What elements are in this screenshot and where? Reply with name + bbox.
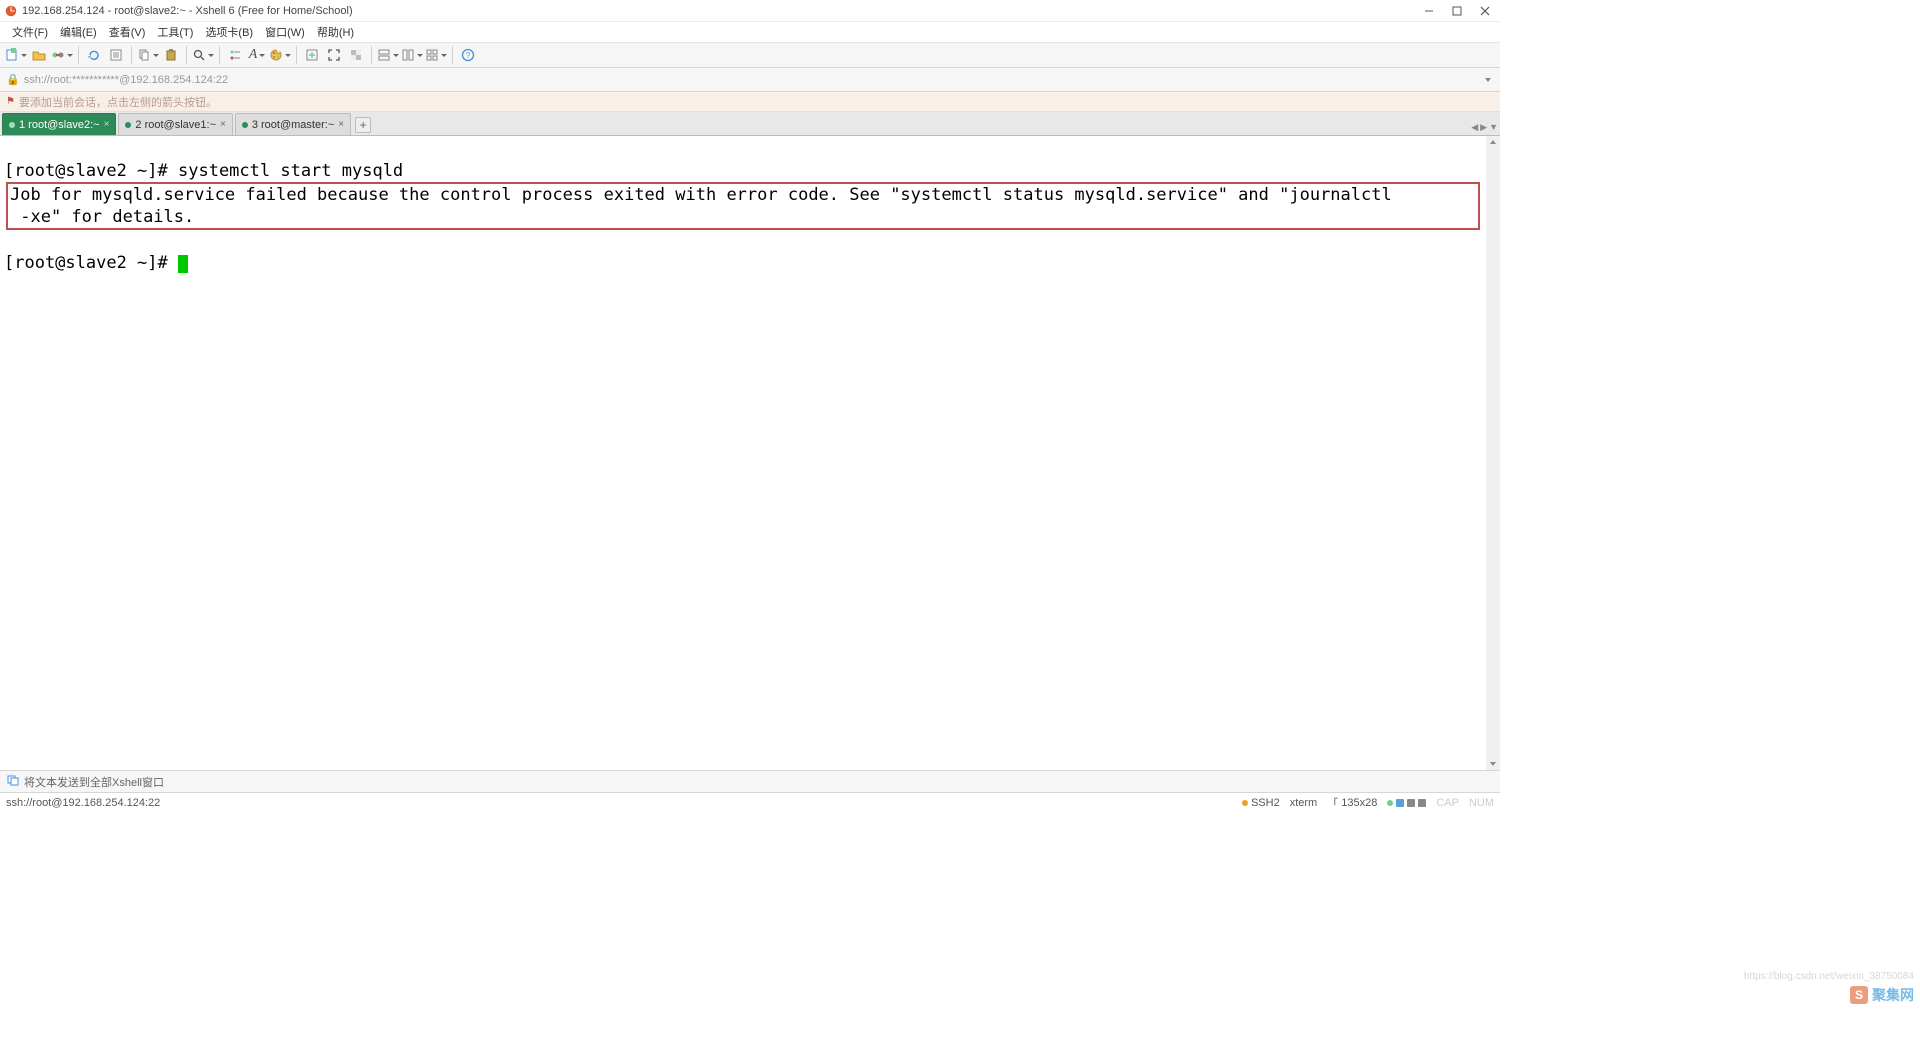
reconnect-icon[interactable] <box>84 45 104 65</box>
watermark-url: https://blog.csdn.net/weixin_38750084 <box>1744 971 1914 982</box>
status-indicators <box>1387 799 1426 807</box>
lock-icon: 🔒 <box>6 73 20 86</box>
window-titlebar: 192.168.254.124 - root@slave2:~ - Xshell… <box>0 0 1500 22</box>
palette-icon[interactable] <box>269 45 291 65</box>
hint-bar: ⚑ 要添加当前会话，点击左侧的箭头按钮。 <box>0 92 1500 112</box>
status-num: NUM <box>1469 797 1494 809</box>
indicator-icon <box>1396 799 1404 807</box>
status-dot-icon <box>242 122 248 128</box>
fullscreen-icon[interactable] <box>324 45 344 65</box>
close-icon[interactable]: × <box>338 119 344 130</box>
help-icon[interactable]: ? <box>458 45 478 65</box>
menu-file[interactable]: 文件(F) <box>6 22 54 42</box>
indicator-icon <box>1387 800 1393 806</box>
scroll-up-icon[interactable] <box>1487 136 1499 148</box>
status-term: xterm <box>1290 797 1318 809</box>
tab-label: 2 root@slave1:~ <box>135 119 216 131</box>
status-bar: ssh://root@192.168.254.124:22 SSH2 xterm… <box>0 792 1500 812</box>
address-text: ssh://root:***********@192.168.254.124:2… <box>24 74 1482 86</box>
font-icon[interactable]: A <box>247 45 267 65</box>
indicator-icon <box>1418 799 1426 807</box>
tab-next-icon[interactable]: ▶ <box>1480 122 1487 133</box>
hint-text: 要添加当前会话，点击左侧的箭头按钮。 <box>19 94 217 110</box>
paste-icon[interactable] <box>161 45 181 65</box>
tile-vertical-icon[interactable] <box>401 45 423 65</box>
menu-help[interactable]: 帮助(H) <box>311 22 360 42</box>
separator-icon <box>186 46 187 64</box>
address-bar[interactable]: 🔒 ssh://root:***********@192.168.254.124… <box>0 68 1500 92</box>
menu-tabs[interactable]: 选项卡(B) <box>199 22 259 42</box>
command-text: systemctl start mysqld <box>178 161 403 181</box>
separator-icon <box>371 46 372 64</box>
separator-icon <box>131 46 132 64</box>
tab-prev-icon[interactable]: ◀ <box>1471 122 1478 133</box>
error-line: Job for mysqld.service failed because th… <box>10 185 1392 205</box>
status-dot-icon <box>9 122 15 128</box>
tab-slave2[interactable]: 1 root@slave2:~ × <box>2 113 116 135</box>
scroll-down-icon[interactable] <box>1487 758 1499 770</box>
search-icon[interactable] <box>192 45 214 65</box>
ssh-dot-icon <box>1242 800 1248 806</box>
tabs-nav: ◀ ▶ ▼ <box>1471 122 1498 133</box>
separator-icon <box>78 46 79 64</box>
tab-master[interactable]: 3 root@master:~ × <box>235 113 351 135</box>
status-ssh: SSH2 <box>1242 797 1280 809</box>
separator-icon <box>296 46 297 64</box>
broadcast-label: 将文本发送到全部Xshell窗口 <box>24 774 164 790</box>
close-icon[interactable]: × <box>220 119 226 130</box>
window-controls <box>1422 4 1492 18</box>
watermark-icon: S <box>1850 986 1868 1004</box>
address-dropdown-icon[interactable] <box>1482 74 1494 86</box>
close-icon[interactable]: × <box>104 119 110 130</box>
cursor <box>178 255 188 273</box>
menu-bar: 文件(F) 编辑(E) 查看(V) 工具(T) 选项卡(B) 窗口(W) 帮助(… <box>0 22 1500 42</box>
tab-label: 1 root@slave2:~ <box>19 119 100 131</box>
broadcast-icon <box>6 773 20 790</box>
tab-slave1[interactable]: 2 root@slave1:~ × <box>118 113 232 135</box>
status-caps: CAP <box>1436 797 1459 809</box>
properties-icon[interactable] <box>106 45 126 65</box>
tab-list-icon[interactable]: ▼ <box>1489 122 1498 133</box>
minimize-button[interactable] <box>1422 4 1436 18</box>
prompt: [root@slave2 ~]# <box>4 253 178 273</box>
close-button[interactable] <box>1478 4 1492 18</box>
script-icon[interactable] <box>302 45 322 65</box>
separator-icon <box>452 46 453 64</box>
toolbar: A ? <box>0 42 1500 68</box>
menu-tools[interactable]: 工具(T) <box>151 22 199 42</box>
menu-window[interactable]: 窗口(W) <box>259 22 311 42</box>
terminal-content[interactable]: [root@slave2 ~]# systemctl start mysqld … <box>0 136 1486 299</box>
prompt: [root@slave2 ~]# <box>4 161 178 181</box>
tab-label: 3 root@master:~ <box>252 119 334 131</box>
toggle-icon[interactable] <box>225 45 245 65</box>
new-session-icon[interactable] <box>5 45 27 65</box>
error-highlight: Job for mysqld.service failed because th… <box>6 182 1480 230</box>
broadcast-bar[interactable]: 将文本发送到全部Xshell窗口 <box>0 770 1500 792</box>
watermark-text: 聚集网 <box>1872 985 1914 1005</box>
flag-icon: ⚑ <box>6 96 15 107</box>
add-tab-button[interactable]: + <box>355 117 371 133</box>
copy-icon[interactable] <box>137 45 159 65</box>
status-address: ssh://root@192.168.254.124:22 <box>6 797 1242 809</box>
status-dot-icon <box>125 122 131 128</box>
window-title: 192.168.254.124 - root@slave2:~ - Xshell… <box>22 5 1422 17</box>
session-tabs: 1 root@slave2:~ × 2 root@slave1:~ × 3 ro… <box>0 112 1500 136</box>
tile-grid-icon[interactable] <box>425 45 447 65</box>
maximize-button[interactable] <box>1450 4 1464 18</box>
watermark: https://blog.csdn.net/weixin_38750084 S … <box>1850 985 1914 1005</box>
separator-icon <box>219 46 220 64</box>
menu-edit[interactable]: 编辑(E) <box>54 22 103 42</box>
tile-horizontal-icon[interactable] <box>377 45 399 65</box>
indicator-icon <box>1407 799 1415 807</box>
open-session-icon[interactable] <box>29 45 49 65</box>
svg-text:?: ? <box>466 51 471 60</box>
disconnect-icon[interactable] <box>51 45 73 65</box>
transparency-icon[interactable] <box>346 45 366 65</box>
menu-view[interactable]: 查看(V) <box>103 22 152 42</box>
error-line: -xe" for details. <box>10 207 194 227</box>
status-size: 「 135x28 <box>1327 795 1377 811</box>
terminal-area[interactable]: [root@slave2 ~]# systemctl start mysqld … <box>0 136 1500 770</box>
app-icon <box>4 4 18 18</box>
